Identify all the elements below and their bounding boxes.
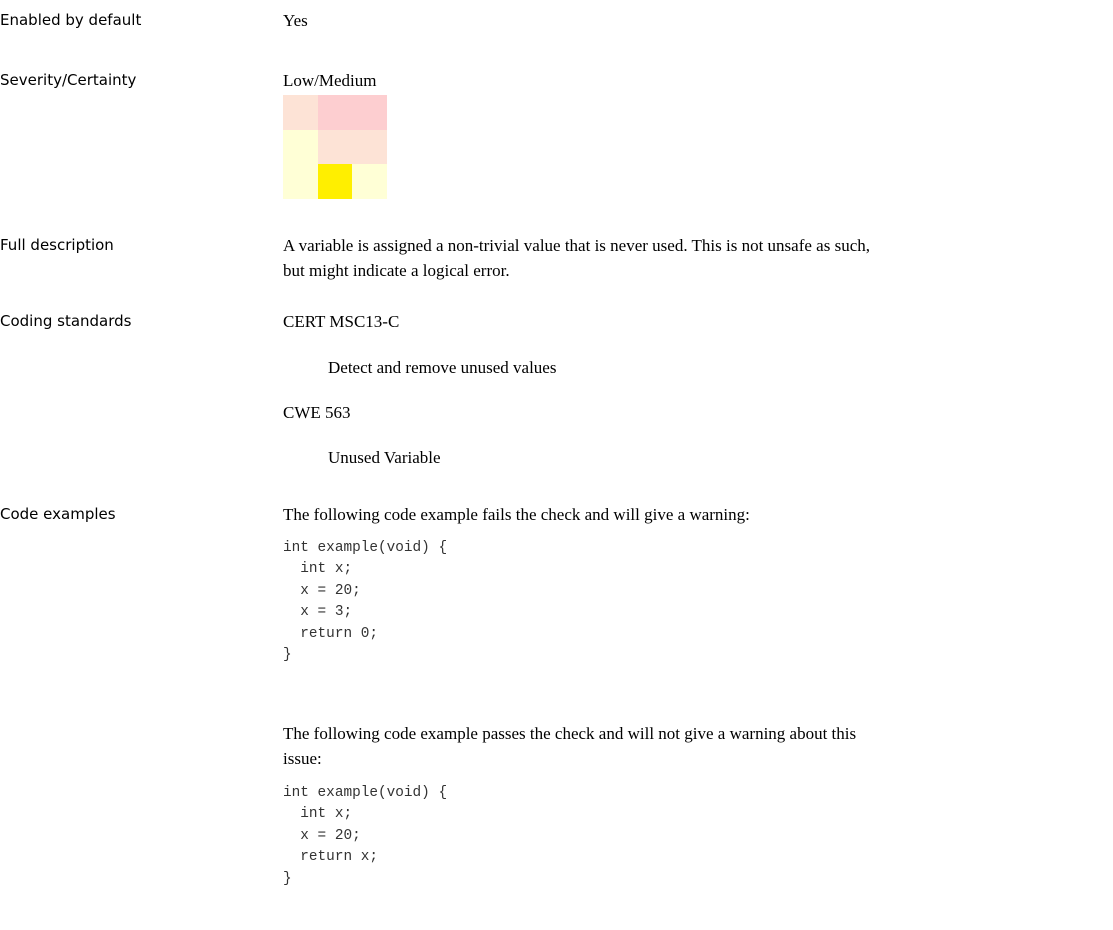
severity-matrix-cell [283,95,318,130]
severity-matrix-cell [317,95,353,130]
standard-name: CERT MSC13-C [283,312,400,331]
enabled-label: Enabled by default [0,11,142,29]
standard-description: Unused Variable [328,448,441,467]
enabled-value: Yes [283,11,308,30]
pass-example-intro-line-1: The following code example passes the ch… [283,724,857,743]
fail-example-intro: The following code example fails the che… [283,505,750,524]
severity-matrix [283,95,387,199]
description-label: Full description [0,236,114,254]
severity-matrix-cell [352,95,387,130]
standard-description: Detect and remove unused values [328,358,557,377]
severity-label: Severity/Certainty [0,71,137,89]
fail-code-block: int example(void) { int x; x = 20; x = 3… [283,540,448,664]
severity-value: Low/Medium [283,71,377,90]
description-line-2: but might indicate a logical error. [283,261,510,280]
severity-matrix-cell [317,129,353,165]
severity-matrix-cell [352,129,387,165]
description-line-1: A variable is assigned a non-trivial val… [283,236,870,255]
pass-example-intro-line-2: issue: [283,749,322,768]
code-examples-label: Code examples [0,505,116,523]
severity-matrix-cell [283,164,318,199]
severity-matrix-cell [283,129,318,165]
coding-standards-label: Coding standards [0,312,132,330]
severity-matrix-cell [317,164,353,199]
standard-name: CWE 563 [283,403,351,422]
severity-matrix-cell [352,164,387,199]
pass-code-block: int example(void) { int x; x = 20; retur… [283,785,448,887]
